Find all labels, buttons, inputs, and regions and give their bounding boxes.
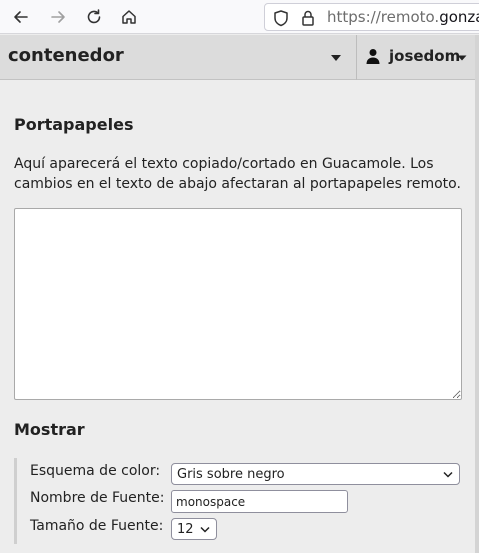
browser-toolbar: https://remoto.gonzalo <box>0 0 479 34</box>
clipboard-textarea[interactable] <box>14 208 462 400</box>
forward-arrow-icon[interactable] <box>46 5 70 29</box>
address-bar[interactable]: https://remoto.gonzalo <box>264 3 479 31</box>
shield-icon[interactable] <box>272 9 290 27</box>
url-domain: gonzalo <box>439 8 479 26</box>
chevron-down-icon <box>443 471 453 478</box>
user-menu[interactable]: josedom <box>357 35 479 80</box>
chevron-down-icon <box>457 55 467 61</box>
display-settings: Esquema de color: Gris sobre negro Nombr… <box>14 458 474 544</box>
back-arrow-icon[interactable] <box>9 5 33 29</box>
guacamole-header: contenedor josedom <box>0 35 479 80</box>
color-scheme-select[interactable]: Gris sobre negro <box>171 463 460 485</box>
url-text: https://remoto.gonzalo <box>327 8 479 26</box>
home-icon[interactable] <box>117 5 141 29</box>
display-title: Mostrar <box>14 420 85 439</box>
chevron-down-icon[interactable] <box>329 53 343 63</box>
color-scheme-label: Esquema de color: <box>30 463 161 479</box>
connection-name[interactable]: contenedor <box>8 45 124 66</box>
reload-icon[interactable] <box>82 5 106 29</box>
font-size-value: 12 <box>177 521 194 537</box>
clipboard-description: Aquí aparecerá el texto copiado/cortado … <box>14 156 461 192</box>
right-edge <box>475 35 479 553</box>
font-size-label: Tamaño de Fuente: <box>30 518 164 534</box>
font-name-label: Nombre de Fuente: <box>30 490 165 506</box>
chevron-down-icon <box>200 526 210 533</box>
user-name: josedom <box>389 47 461 65</box>
url-prefix: https://remoto. <box>327 8 440 26</box>
font-size-select[interactable]: 12 <box>171 518 217 540</box>
user-icon <box>366 49 380 64</box>
font-name-input[interactable]: monospace <box>171 490 348 513</box>
lock-icon[interactable] <box>299 9 317 27</box>
color-scheme-value: Gris sobre negro <box>177 466 285 482</box>
clipboard-title: Portapapeles <box>14 115 134 134</box>
